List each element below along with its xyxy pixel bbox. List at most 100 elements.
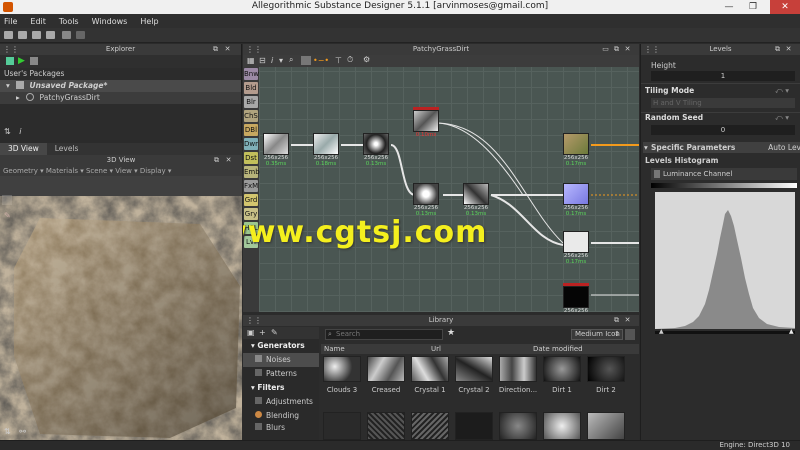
panel-float-icon[interactable]: ⧉	[212, 45, 219, 53]
new-package-icon[interactable]	[6, 57, 14, 65]
add-icon[interactable]: +	[259, 328, 266, 337]
info-icon[interactable]: i	[19, 127, 21, 136]
search-input[interactable]: ⌕ Search	[325, 329, 443, 340]
new-icon[interactable]	[4, 31, 13, 39]
panel-float-icon[interactable]: ⧉	[774, 45, 781, 53]
tiling-mode-select[interactable]: H and V Tiling	[651, 98, 795, 108]
library-thumb[interactable]	[411, 356, 449, 382]
category-filters[interactable]: ▾ Filters	[243, 381, 319, 395]
viewport-3d[interactable]	[0, 176, 242, 440]
output-node-roughness[interactable]: 256x256 0.17ms	[563, 231, 589, 265]
graph-node[interactable]: 256x256 0.35ms	[263, 133, 289, 167]
undo-icon[interactable]	[62, 31, 71, 39]
panel-close-icon[interactable]: ✕	[624, 45, 631, 53]
library-thumb[interactable]	[411, 412, 449, 440]
library-thumb[interactable]	[455, 356, 493, 382]
random-seed-field[interactable]: 0	[651, 125, 795, 135]
drag-handle-icon[interactable]: ⋮⋮	[644, 44, 660, 55]
menu-display[interactable]: Display ▾	[140, 167, 172, 175]
panel-max-icon[interactable]: ▭	[602, 45, 609, 53]
tree-icon[interactable]: ⇅	[4, 127, 11, 136]
open-icon[interactable]	[18, 31, 27, 39]
drag-handle-icon[interactable]: ⋮⋮	[246, 315, 262, 326]
tree-icon[interactable]: ⇅	[4, 427, 11, 436]
output-node-metallic[interactable]: 256x256	[563, 283, 589, 312]
levels-range-bar[interactable]	[655, 331, 795, 334]
menu-help[interactable]: Help	[140, 17, 158, 26]
library-thumb[interactable]	[543, 412, 581, 440]
panel-close-icon[interactable]: ✕	[225, 156, 232, 164]
close-button[interactable]: ✕	[770, 0, 800, 14]
library-thumb[interactable]	[587, 356, 625, 382]
output-node-basecolor[interactable]: 256x256 0.17ms	[563, 133, 589, 167]
menu-materials[interactable]: Materials ▾	[46, 167, 84, 175]
column-date[interactable]: Date modified	[533, 344, 583, 354]
folder-icon[interactable]: ▣	[247, 328, 255, 337]
channel-select[interactable]: Luminance Channel	[651, 168, 797, 180]
graph-canvas[interactable]: ▦ ⊟ i ▾ ⌕ •−• ⊤ ⏱ ⚙ Bnw Bld Blr ChS DBl …	[243, 55, 639, 312]
redo-icon[interactable]	[76, 31, 85, 39]
category-noises[interactable]: Noises	[243, 353, 319, 367]
drag-handle-icon[interactable]: ⋮⋮	[246, 44, 262, 55]
package-row[interactable]: ▾ Unsaved Package*	[0, 80, 241, 92]
menu-view[interactable]: View ▾	[115, 167, 137, 175]
category-blending[interactable]: Blending	[243, 409, 319, 423]
expand-arrow-icon[interactable]: ▾	[6, 81, 10, 90]
link-icon[interactable]: ⤺ ▾	[775, 85, 789, 97]
auto-levels-button[interactable]: Auto Lev	[768, 142, 800, 153]
edit-icon[interactable]: ✎	[271, 328, 278, 337]
link-icon[interactable]: ⚯	[19, 427, 26, 436]
category-patterns[interactable]: Patterns	[243, 367, 319, 381]
menu-tools[interactable]: Tools	[59, 17, 79, 26]
levels-histogram[interactable]	[655, 192, 795, 329]
graph-node[interactable]: 256x256 0.13ms	[413, 183, 439, 217]
star-icon[interactable]: ★	[447, 328, 455, 338]
maximize-button[interactable]: ❐	[742, 0, 764, 14]
black-point-handle[interactable]: ▲	[659, 328, 664, 335]
column-name[interactable]: Name	[324, 344, 345, 354]
graph-node[interactable]: 256x256 0.18ms	[313, 133, 339, 167]
library-thumb[interactable]	[499, 356, 537, 382]
graph-node[interactable]: 256x256 0.13ms	[363, 133, 389, 167]
graph-node[interactable]: 256x256 0.13ms	[463, 183, 489, 217]
specific-parameters-header[interactable]: ▾ Specific Parameters Auto Lev	[643, 142, 800, 153]
menu-scene[interactable]: Scene ▾	[86, 167, 113, 175]
panel-close-icon[interactable]: ✕	[224, 45, 231, 53]
output-node-normal[interactable]: 256x256 0.17ms	[563, 183, 589, 217]
graph-node-selected[interactable]: 0.10ms	[413, 107, 439, 138]
panel-close-icon[interactable]: ✕	[785, 45, 792, 53]
menu-geometry[interactable]: Geometry ▾	[3, 167, 44, 175]
panel-float-icon[interactable]: ⧉	[613, 45, 620, 53]
menu-windows[interactable]: Windows	[92, 17, 128, 26]
options-icon[interactable]	[30, 57, 38, 65]
library-thumb[interactable]	[587, 412, 625, 440]
library-thumb[interactable]	[323, 412, 361, 440]
tab-levels[interactable]: Levels	[47, 143, 87, 155]
save-all-icon[interactable]	[46, 31, 55, 39]
library-thumb[interactable]	[367, 412, 405, 440]
category-blurs[interactable]: Blurs	[243, 423, 319, 431]
library-thumb[interactable]	[499, 412, 537, 440]
panel-close-icon[interactable]: ✕	[624, 316, 631, 324]
collapse-arrow-icon[interactable]: ▸	[16, 93, 20, 102]
column-url[interactable]: Url	[431, 344, 441, 354]
graph-row[interactable]: ▸ PatchyGrassDirt	[0, 92, 241, 104]
panel-float-icon[interactable]: ⧉	[613, 316, 620, 324]
link-icon[interactable]: ⤺ ▾	[775, 112, 789, 124]
play-icon[interactable]: ▶	[18, 56, 25, 66]
menu-file[interactable]: File	[4, 17, 17, 26]
height-field[interactable]: 1	[651, 71, 795, 81]
category-adjustments[interactable]: Adjustments	[243, 395, 319, 409]
view-mode-select[interactable]: Medium Icon ⇕	[571, 329, 623, 340]
drag-handle-icon[interactable]: ⋮⋮	[3, 44, 19, 55]
minimize-button[interactable]: —	[718, 0, 740, 14]
library-thumb[interactable]	[543, 356, 581, 382]
category-generators[interactable]: ▾ Generators	[243, 339, 319, 353]
tab-3d-view[interactable]: 3D View	[0, 143, 47, 155]
library-thumb[interactable]	[455, 412, 493, 440]
white-point-handle[interactable]: ▲	[789, 328, 794, 335]
view-toggle-icon[interactable]	[625, 329, 635, 340]
save-icon[interactable]	[32, 31, 41, 39]
menu-edit[interactable]: Edit	[30, 17, 46, 26]
library-thumb[interactable]	[323, 356, 361, 382]
